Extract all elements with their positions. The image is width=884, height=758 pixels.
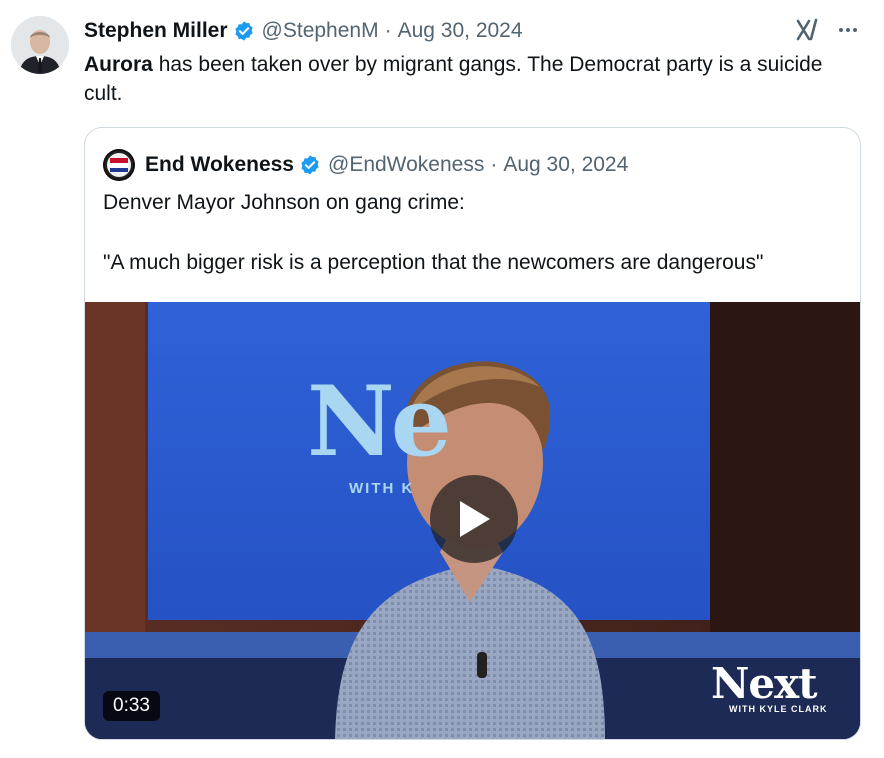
author-handle[interactable]: @StephenM — [262, 19, 379, 43]
author-name[interactable]: Stephen Miller — [84, 19, 228, 43]
channel-subtitle: WITH KYLE CLARK — [729, 704, 828, 714]
post-text-bold[interactable]: Aurora — [84, 53, 153, 76]
quote-author-name[interactable]: End Wokeness — [145, 153, 294, 177]
play-icon — [460, 501, 490, 537]
quote-header: End Wokeness @EndWokeness · Aug 30, 2024 — [103, 148, 628, 182]
author-avatar[interactable] — [11, 16, 69, 74]
background-wordmark: Ne — [307, 365, 452, 478]
channel-wordmark: Next — [711, 659, 818, 708]
video-duration: 0:33 — [103, 691, 160, 721]
quote-text: Denver Mayor Johnson on gang crime: "A m… — [103, 191, 764, 274]
post-text-body: has been taken over by migrant gangs. Th… — [84, 53, 823, 105]
quote-date[interactable]: Aug 30, 2024 — [503, 153, 628, 177]
end-wokeness-logo-icon — [103, 149, 135, 181]
profile-photo-icon — [11, 16, 69, 74]
background-sub: WITH K — [349, 480, 415, 497]
separator-dot: · — [384, 19, 392, 42]
quoted-post[interactable]: End Wokeness @EndWokeness · Aug 30, 2024… — [84, 127, 861, 740]
post-header: Stephen Miller @StephenM · Aug 30, 2024 — [84, 16, 523, 46]
video-player[interactable]: Ne WITH K Next WITH KYLE CLARK 0:33 — [85, 302, 860, 739]
post-text: Aurora has been taken over by migrant ga… — [84, 50, 844, 108]
verified-badge-icon — [234, 21, 253, 41]
post-date[interactable]: Aug 30, 2024 — [398, 19, 523, 43]
more-options-icon[interactable] — [833, 16, 863, 44]
play-button[interactable] — [430, 475, 518, 563]
quote-author-handle[interactable]: @EndWokeness — [328, 153, 484, 177]
quote-separator-dot: · — [490, 153, 498, 176]
quote-avatar[interactable] — [103, 149, 135, 181]
grok-icon[interactable] — [795, 17, 821, 43]
quote-verified-badge-icon — [301, 155, 319, 175]
